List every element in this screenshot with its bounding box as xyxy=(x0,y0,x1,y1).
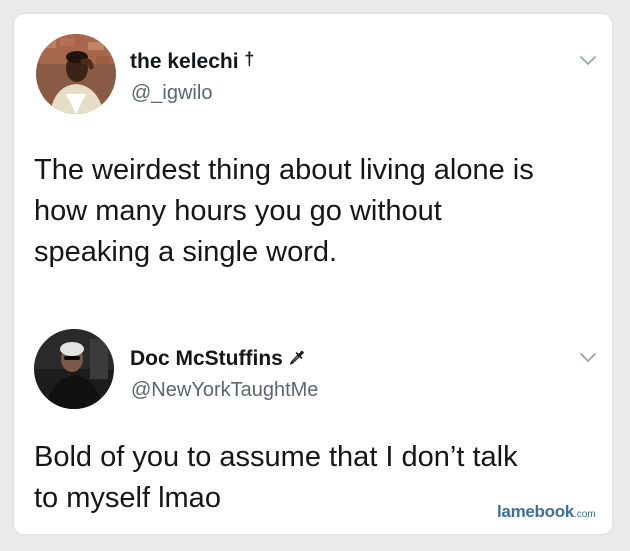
tweet-text: The weirdest thing about living alone is… xyxy=(34,150,602,273)
avatar[interactable] xyxy=(36,34,116,114)
tweet-text-line: The weirdest thing about living alone is xyxy=(34,154,534,186)
profile-photo xyxy=(34,329,114,409)
display-name[interactable]: Doc McStuffins 🗡 xyxy=(130,347,305,371)
dagger-emoji-icon: 🗡 xyxy=(288,350,306,365)
tweet-screenshot-card: the kelechi † @_igwilo The weirdest thin… xyxy=(14,14,612,534)
profile-photo xyxy=(36,34,116,114)
display-name[interactable]: the kelechi † xyxy=(130,49,255,74)
chevron-down-icon[interactable] xyxy=(578,351,598,365)
watermark-name: lamebook xyxy=(497,502,574,521)
tweet-text-line: speaking a single word. xyxy=(34,236,338,268)
tweet-text-line: how many hours you go without xyxy=(34,195,442,227)
watermark-tld: .com xyxy=(573,509,596,520)
watermark: lamebook.com xyxy=(497,502,596,522)
avatar[interactable] xyxy=(34,329,114,409)
user-handle[interactable]: @_igwilo xyxy=(131,82,212,105)
tweet-text-line: Bold of you to assume that I don’t talk xyxy=(34,441,518,473)
chevron-down-icon[interactable] xyxy=(578,54,598,68)
cross-icon: † xyxy=(244,49,255,69)
user-handle[interactable]: @NewYorkTaughtMe xyxy=(131,379,318,402)
